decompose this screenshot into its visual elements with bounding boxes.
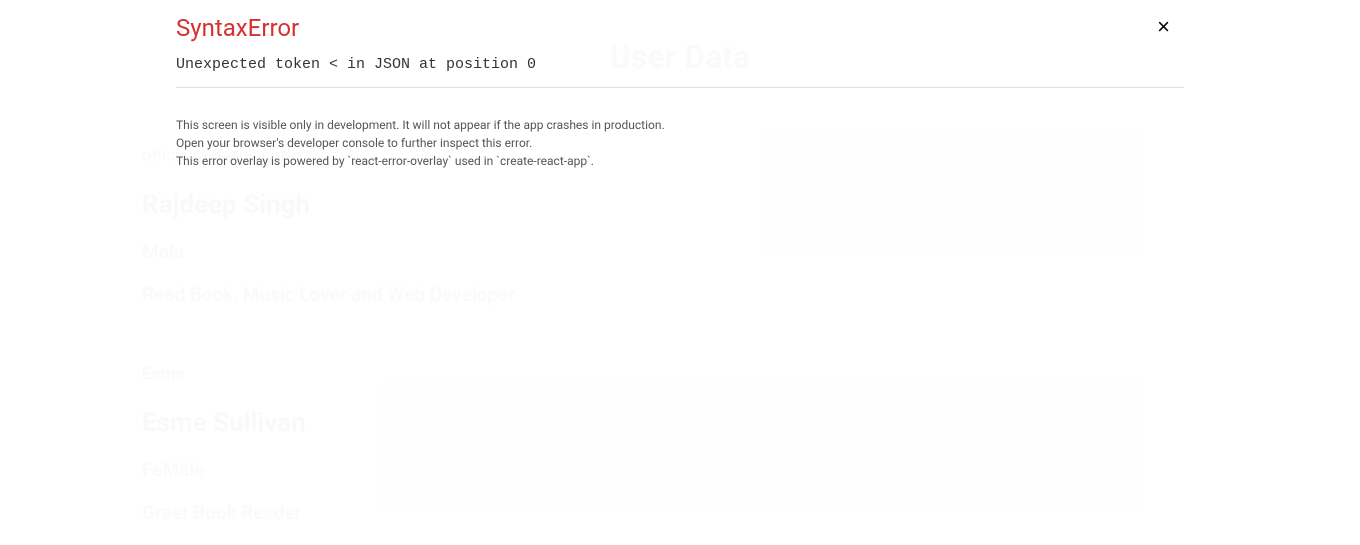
error-title: SyntaxError	[176, 14, 1184, 42]
close-button[interactable]: ×	[1153, 12, 1174, 42]
error-help-line: This error overlay is powered by `react-…	[176, 152, 1184, 170]
error-help-text: This screen is visible only in developme…	[176, 116, 1184, 170]
error-divider	[176, 87, 1184, 88]
error-message: Unexpected token < in JSON at position 0	[176, 56, 1184, 73]
error-help-line: This screen is visible only in developme…	[176, 116, 1184, 134]
error-overlay: × SyntaxError Unexpected token < in JSON…	[0, 0, 1360, 545]
error-help-line: Open your browser's developer console to…	[176, 134, 1184, 152]
